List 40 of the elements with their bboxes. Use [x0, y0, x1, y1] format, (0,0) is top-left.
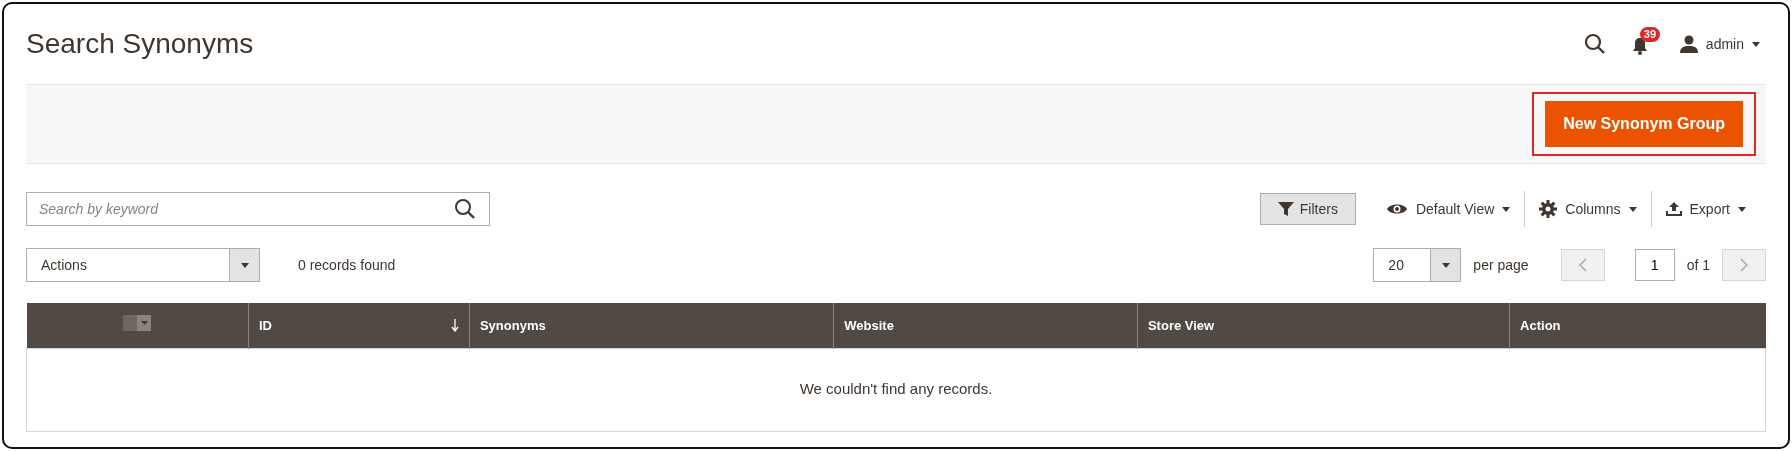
caret-icon [140, 320, 148, 325]
column-header[interactable]: Action [1509, 303, 1766, 348]
column-header[interactable]: Synonyms [469, 303, 834, 348]
caret-icon [1752, 41, 1760, 47]
gear-icon [1539, 200, 1558, 218]
search-field[interactable]: Search by keyword [26, 192, 490, 226]
view-dropdown[interactable]: Default View [1371, 198, 1525, 220]
caret-icon [1502, 206, 1511, 212]
funnel-icon [1277, 202, 1294, 216]
caret-icon [1441, 262, 1450, 268]
per-page-label: per page [1473, 255, 1529, 275]
new-synonym-group-button[interactable]: New Synonym Group [1545, 101, 1743, 147]
chevron-right-icon [1740, 258, 1748, 272]
eye-icon [1385, 202, 1408, 216]
user-icon [1679, 35, 1698, 53]
user-menu[interactable]: admin [1679, 33, 1760, 55]
upload-icon [1665, 202, 1682, 216]
page-number-field[interactable]: 1 [1634, 249, 1675, 281]
caret-icon [1738, 206, 1746, 212]
page-total: of 1 [1686, 255, 1710, 275]
actions-dropdown[interactable]: Actions [26, 248, 260, 282]
filters-button[interactable]: Filters [1259, 193, 1356, 225]
caret-icon [240, 262, 249, 268]
export-dropdown[interactable]: Export [1651, 198, 1760, 220]
notification-badge: 39 [1639, 27, 1661, 42]
caret-icon [1628, 206, 1637, 212]
per-page-dropdown[interactable]: 20 [1373, 248, 1462, 282]
sort-arrow-icon [450, 318, 459, 332]
column-header[interactable]: Store View [1137, 303, 1510, 348]
column-header[interactable]: ID [259, 315, 272, 335]
bell-icon[interactable] [1631, 37, 1648, 55]
search-icon[interactable] [454, 198, 476, 220]
chevron-left-icon [1578, 258, 1587, 272]
columns-dropdown[interactable]: Columns [1525, 198, 1651, 220]
mass-select-checkbox[interactable] [123, 314, 152, 331]
search-icon[interactable] [1583, 33, 1606, 55]
column-header[interactable]: Website [833, 303, 1138, 348]
page-title: Search Synonyms [26, 27, 254, 61]
records-count: 0 records found [298, 255, 396, 275]
empty-message: We couldn't find any records. [26, 348, 1766, 431]
